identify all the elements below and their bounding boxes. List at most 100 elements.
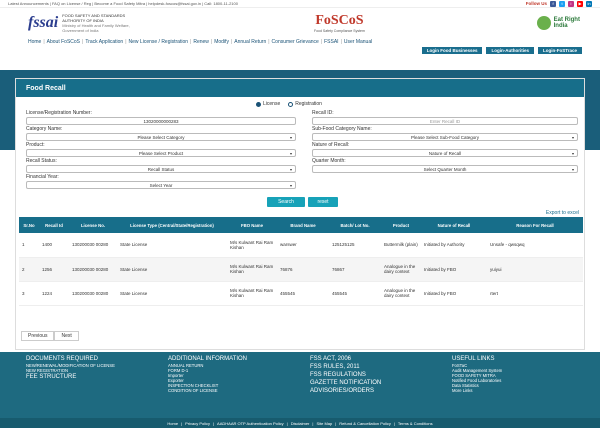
nav-user-manual[interactable]: User Manual bbox=[344, 39, 372, 45]
fssai-wordmark: fssai bbox=[28, 14, 59, 31]
top-strip: Latest Announcements | FAQ on License / … bbox=[0, 0, 600, 8]
table-row[interactable]: 3 1224 130200030 00280 State License M/s… bbox=[19, 281, 583, 306]
next-button[interactable]: Next bbox=[54, 331, 79, 341]
col-sr-no[interactable]: Sr.No bbox=[19, 217, 39, 233]
login-authorities-button[interactable]: Login-Authorities bbox=[486, 47, 534, 54]
nav-grievance[interactable]: Consumer Grievance bbox=[272, 39, 319, 45]
table-row[interactable]: 1 1400 130200030 00280 State License M/s… bbox=[19, 233, 583, 258]
nav-renew[interactable]: Renew bbox=[193, 39, 209, 45]
fssai-logo[interactable]: fssai FOOD SAFETY AND STANDARDS AUTHORIT… bbox=[28, 13, 142, 33]
footer-link[interactable]: More Links bbox=[452, 388, 502, 393]
facebook-icon[interactable]: f bbox=[550, 0, 556, 7]
cell-fbo-name: M/s Kulwant Rai Ram Kishan bbox=[227, 281, 277, 306]
login-fostrace-button[interactable]: Login-FoSTrace bbox=[537, 47, 582, 54]
recall-status-select[interactable]: Recall Status ▾ bbox=[26, 165, 296, 173]
cell-license-no: 130200030 00280 bbox=[69, 233, 117, 258]
col-fbo-name[interactable]: FBO Name bbox=[227, 217, 277, 233]
footer-link[interactable]: FSS RULES, 2011 bbox=[310, 363, 381, 371]
previous-button[interactable]: Previous bbox=[21, 331, 55, 341]
quarter-label: Quarter Month: bbox=[312, 158, 346, 164]
quarter-select[interactable]: Select Quarter Month ▾ bbox=[312, 165, 578, 173]
foscos-logo[interactable]: FoSCoS Food Safety Compliance System bbox=[314, 13, 365, 33]
footer-link[interactable]: FSS ACT, 2006 bbox=[310, 355, 381, 363]
product-select[interactable]: Please Select Product ▾ bbox=[26, 149, 296, 157]
footer-fee-heading[interactable]: FEE STRUCTURE bbox=[26, 373, 146, 381]
table-row[interactable]: 2 1256 130200030 00280 State License M/s… bbox=[19, 257, 583, 282]
footer-refund-link[interactable]: Refund & Cancellation Policy bbox=[339, 421, 391, 426]
category-label: Category Name: bbox=[26, 126, 63, 132]
site-header: fssai FOOD SAFETY AND STANDARDS AUTHORIT… bbox=[0, 8, 600, 38]
follow-label: Follow Us bbox=[525, 1, 547, 6]
reset-button[interactable]: reset bbox=[308, 197, 338, 207]
footer-additional-heading: ADDITIONAL INFORMATION bbox=[168, 356, 248, 362]
cell-nature: Initiated by Authority bbox=[421, 233, 487, 258]
nature-select[interactable]: Nature of Recall ▾ bbox=[312, 149, 578, 157]
youtube-icon[interactable]: ▶ bbox=[577, 0, 583, 7]
col-batch-no[interactable]: Batch/ Lot No. bbox=[329, 217, 381, 233]
radio-license[interactable]: License bbox=[256, 101, 280, 107]
col-brand-name[interactable]: Brand Name bbox=[277, 217, 329, 233]
cell-reason: Unsafe - qwsqwq bbox=[487, 233, 583, 258]
ministry-name: Ministry of Health and Family Welfare, G… bbox=[62, 23, 130, 33]
cell-brand-name: 76876 bbox=[277, 257, 329, 282]
nav-about[interactable]: About FoSCoS bbox=[47, 39, 80, 45]
col-reason[interactable]: Reason For Recall bbox=[487, 217, 583, 233]
radio-license-label: License bbox=[263, 101, 281, 107]
main-nav: Home | About FoSCoS | Track Application | N… bbox=[28, 39, 373, 45]
export-excel-link[interactable]: Export to excel bbox=[546, 210, 579, 216]
recall-id-label: Recall ID: bbox=[312, 110, 334, 116]
pagination: Previous Next bbox=[21, 331, 79, 341]
footer-disclaimer-link[interactable]: Disclaimer bbox=[291, 421, 310, 426]
subcategory-select-value: Please Select Sub-Food Category bbox=[410, 134, 480, 140]
subcategory-select[interactable]: Please Select Sub-Food Category ▾ bbox=[312, 133, 578, 141]
linkedin-icon[interactable]: in bbox=[586, 0, 592, 7]
nature-label: Nature of Recall: bbox=[312, 142, 350, 148]
license-type-radio-group: License Registration bbox=[256, 101, 322, 107]
col-product[interactable]: Product bbox=[381, 217, 421, 233]
cell-license-type: State License bbox=[117, 281, 227, 306]
recall-id-input[interactable]: Enter Recall ID bbox=[312, 117, 578, 125]
license-number-input[interactable]: 13020000000283 bbox=[26, 117, 296, 125]
footer-home-link[interactable]: Home bbox=[167, 421, 178, 426]
footer-link[interactable]: FSS REGULATIONS bbox=[310, 371, 381, 379]
login-food-businesses-button[interactable]: Login Food Businesses bbox=[421, 47, 483, 54]
search-button[interactable]: Search bbox=[267, 197, 305, 207]
nav-new-license[interactable]: New License / Registration bbox=[129, 39, 188, 45]
footer-aadhaar-link[interactable]: AADHAAR OTP Authentication Policy bbox=[217, 421, 284, 426]
eat-right-india-logo[interactable]: Eat Right India bbox=[536, 16, 580, 30]
footer-sitemap-link[interactable]: Site Map bbox=[316, 421, 332, 426]
category-select[interactable]: Please Select Category ▾ bbox=[26, 133, 296, 141]
nav-annual-return[interactable]: Annual Return bbox=[234, 39, 266, 45]
cell-nature: Initiated by FBO bbox=[421, 257, 487, 282]
footer-useful-links-heading: USEFUL LINKS bbox=[452, 356, 495, 362]
nav-track[interactable]: Track Application bbox=[85, 39, 123, 45]
twitter-icon[interactable]: t bbox=[559, 0, 565, 7]
cell-nature: Initiated by FBO bbox=[421, 281, 487, 306]
cell-batch-no: 125125125 bbox=[329, 233, 381, 258]
col-recall-id[interactable]: Recall Id bbox=[39, 217, 69, 233]
footer-terms-link[interactable]: Terms & Conditions bbox=[398, 421, 433, 426]
site-footer: DOCUMENTS REQUIRED NEW/RENEWAL/MODIFICAT… bbox=[0, 352, 600, 418]
financial-year-select[interactable]: Select Year ▾ bbox=[26, 181, 296, 189]
cell-recall-id: 1256 bbox=[39, 257, 69, 282]
footer-privacy-link[interactable]: Privacy Policy bbox=[185, 421, 210, 426]
col-license-type[interactable]: License Type (Central/State/Registration… bbox=[117, 217, 227, 233]
col-nature[interactable]: Nature of Recall bbox=[421, 217, 487, 233]
nav-fssai[interactable]: FSSAI bbox=[324, 39, 338, 45]
instagram-icon[interactable]: i bbox=[568, 0, 574, 7]
top-links[interactable]: Latest Announcements | FAQ on License / … bbox=[8, 1, 238, 6]
cell-product: Analogue in the dairy context bbox=[381, 281, 421, 306]
radio-unchecked-icon bbox=[288, 101, 294, 107]
chevron-down-icon: ▾ bbox=[571, 134, 574, 140]
app-subtitle: Food Safety Compliance System bbox=[313, 29, 365, 33]
nav-home[interactable]: Home bbox=[28, 39, 41, 45]
radio-registration[interactable]: Registration bbox=[288, 101, 322, 107]
cell-product: Buttermilk (plain) bbox=[381, 233, 421, 258]
nav-modify[interactable]: Modify bbox=[214, 39, 229, 45]
footer-link[interactable]: ADVISORIES/ORDERS bbox=[310, 387, 381, 395]
financial-year-select-value: Select Year bbox=[149, 182, 173, 188]
food-recall-card: Food Recall License Registration License… bbox=[15, 78, 585, 350]
col-license-no[interactable]: License No. bbox=[69, 217, 117, 233]
footer-link[interactable]: GAZETTE NOTIFICATION bbox=[310, 379, 381, 387]
footer-link[interactable]: CONDITION OF LICENSE bbox=[168, 388, 247, 393]
